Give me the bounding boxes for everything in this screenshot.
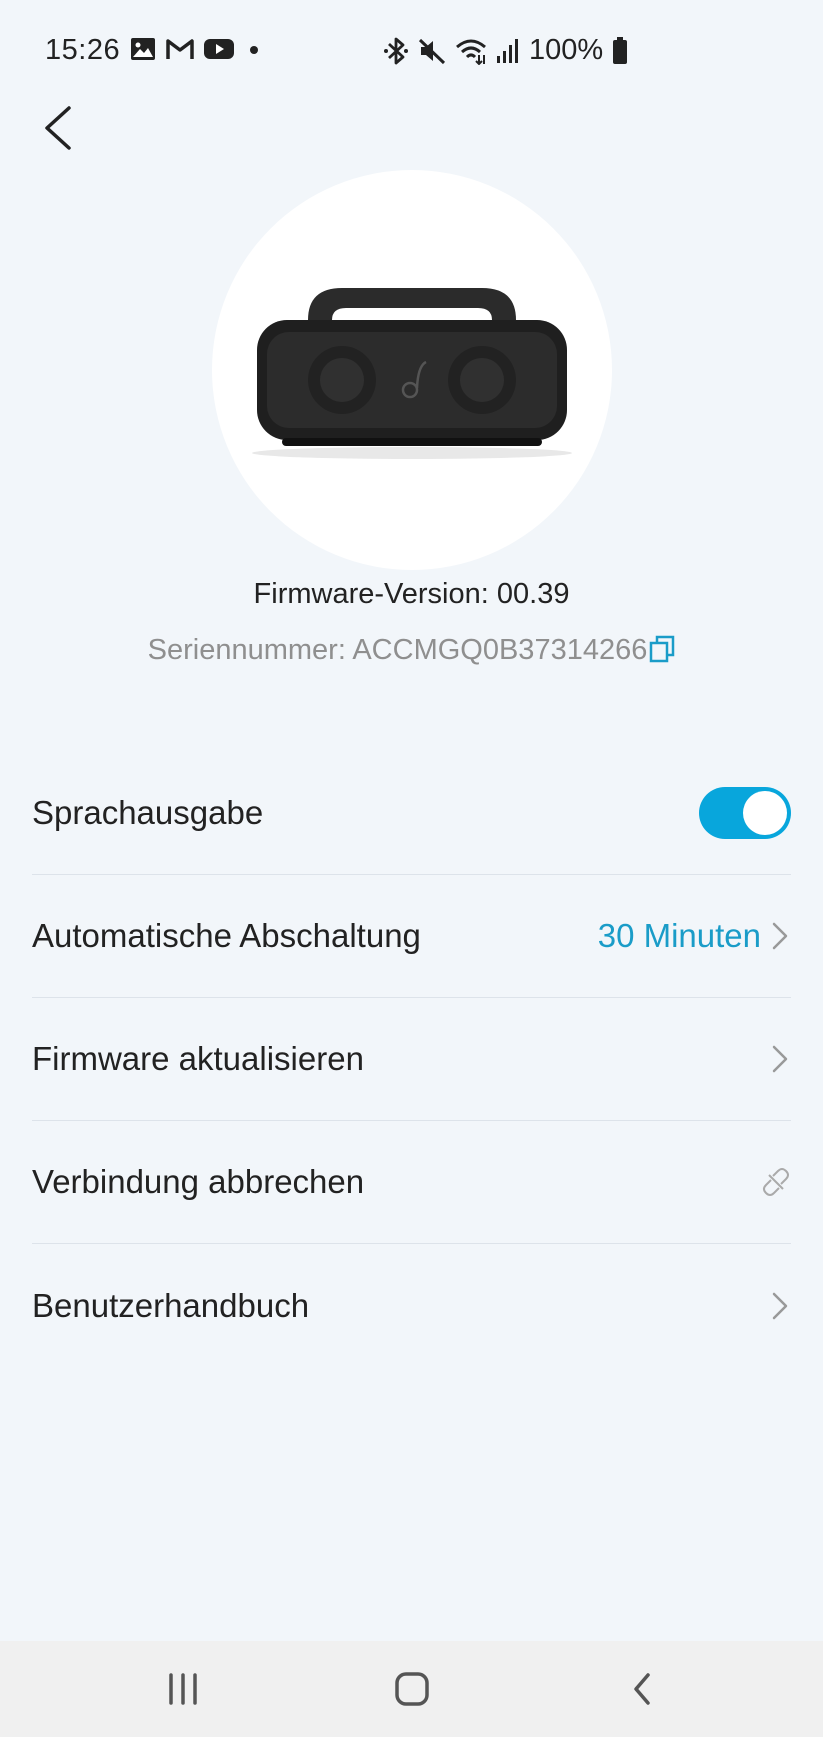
dot-icon: [244, 38, 264, 60]
battery-percent: 100%: [529, 34, 604, 66]
row-auto-off[interactable]: Automatische Abschaltung 30 Minuten: [32, 875, 791, 998]
disconnect-label: Verbindung abbrechen: [32, 1163, 365, 1200]
voice-prompt-toggle[interactable]: [699, 787, 791, 839]
auto-off-label: Automatische Abschaltung: [32, 917, 421, 954]
serial-number-text: Seriennummer: ACCMGQ0B37314266: [147, 634, 648, 666]
notification-icons: [130, 37, 264, 61]
chevron-left-icon: [45, 106, 71, 150]
system-icons: 100%: [383, 34, 628, 67]
gmail-icon: [166, 38, 194, 60]
chevron-right-icon: [769, 920, 791, 952]
mute-icon: [418, 37, 446, 65]
device-image: [212, 170, 612, 570]
voice-prompt-label: Sprachausgabe: [32, 794, 264, 831]
copy-icon[interactable]: [649, 635, 675, 671]
toggle-knob: [743, 791, 787, 835]
home-icon: [395, 1672, 429, 1706]
firmware-version: Firmware-Version: 00.39: [253, 578, 570, 610]
system-back-button[interactable]: [583, 1641, 703, 1737]
battery-icon: [612, 36, 628, 65]
speaker-image: [252, 288, 572, 459]
unlink-icon: [761, 1167, 791, 1197]
system-navigation-bar: [0, 1641, 823, 1737]
serial-number: Seriennummer: ACCMGQ0B37314266: [0, 634, 823, 671]
wifi-icon: [455, 37, 487, 65]
row-firmware-update[interactable]: Firmware aktualisieren: [32, 998, 791, 1121]
chevron-right-icon: [769, 1290, 791, 1322]
signal-icon: [496, 38, 518, 64]
status-bar: 15:26 100%: [0, 0, 823, 100]
row-voice-prompt: Sprachausgabe: [32, 752, 791, 875]
image-icon: [130, 37, 156, 61]
chevron-right-icon: [769, 1043, 791, 1075]
row-disconnect[interactable]: Verbindung abbrechen: [32, 1121, 791, 1244]
firmware-update-label: Firmware aktualisieren: [32, 1040, 364, 1077]
settings-list: Sprachausgabe Automatische Abschaltung 3…: [32, 752, 791, 1367]
recent-apps-button[interactable]: [123, 1641, 243, 1737]
status-time: 15:26: [45, 34, 121, 66]
back-button[interactable]: [36, 98, 84, 158]
bluetooth-icon: [383, 36, 409, 66]
back-icon: [634, 1673, 650, 1705]
auto-off-value: 30 Minuten: [597, 917, 761, 954]
home-button[interactable]: [352, 1641, 472, 1737]
row-manual[interactable]: Benutzerhandbuch: [32, 1244, 791, 1367]
manual-label: Benutzerhandbuch: [32, 1286, 310, 1324]
recent-apps-icon: [169, 1673, 197, 1705]
youtube-icon: [204, 38, 234, 60]
